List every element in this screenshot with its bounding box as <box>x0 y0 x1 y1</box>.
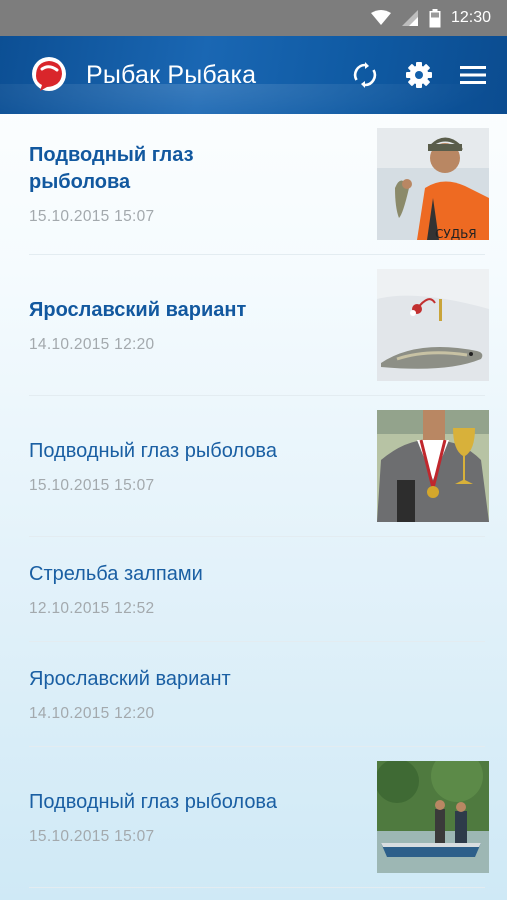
wifi-icon <box>370 10 391 25</box>
signal-icon <box>401 10 418 26</box>
settings-icon <box>406 62 432 88</box>
winner-with-trophy-photo <box>377 410 489 522</box>
article-date: 14.10.2015 12:20 <box>29 335 155 353</box>
article-title: Ярославский вариант <box>29 298 247 321</box>
list-item[interactable]: Ярославский вариант 14.10.2015 12:20 <box>0 642 507 746</box>
list-item[interactable]: Подводный глаз рыболова 15.10.2015 15:07 <box>0 396 507 536</box>
article-date: 15.10.2015 15:07 <box>29 476 155 494</box>
list-item[interactable]: Ярославский вариант 14.10.2015 12:20 <box>0 255 507 395</box>
app-title: Рыбак Рыбака <box>86 60 257 89</box>
article-title: Подводный глаз рыболова <box>29 439 277 462</box>
divider <box>29 887 485 888</box>
app-logo-icon <box>32 57 66 91</box>
article-title: Подводный глаз рыболова <box>29 144 194 193</box>
status-time: 12:30 <box>450 9 491 26</box>
article-date: 15.10.2015 15:07 <box>29 827 155 845</box>
article-list: Подводный глаз рыболова 15.10.2015 15:07… <box>0 114 507 888</box>
article-title: Стрельба залпами <box>29 562 203 585</box>
menu-button[interactable] <box>457 59 489 91</box>
angler-with-fish-photo: СУДЬЯ <box>377 128 489 240</box>
article-title: Подводный глаз рыболова <box>29 790 277 813</box>
list-item[interactable]: Подводный глаз рыболова 15.10.2015 15:07… <box>0 114 507 254</box>
article-date: 15.10.2015 15:07 <box>29 208 155 225</box>
article-date: 12.10.2015 12:52 <box>29 599 155 617</box>
refresh-button[interactable] <box>349 59 381 91</box>
list-item[interactable]: Стрельба залпами 12.10.2015 12:52 <box>0 537 507 641</box>
menu-icon <box>460 66 486 84</box>
anglers-in-boat-photo <box>377 761 489 873</box>
battery-icon <box>429 8 441 27</box>
article-title: Ярославский вариант <box>29 667 231 690</box>
refresh-icon <box>353 62 377 88</box>
pike-on-ice-photo <box>377 269 489 381</box>
svg-text:СУДЬЯ: СУДЬЯ <box>435 227 477 240</box>
article-date: 14.10.2015 12:20 <box>29 704 155 722</box>
app-bar: Рыбак Рыбака <box>0 36 507 114</box>
list-item[interactable]: Подводный глаз рыболова 15.10.2015 15:07 <box>0 747 507 887</box>
settings-button[interactable] <box>403 59 435 91</box>
status-bar: 12:30 <box>0 0 507 36</box>
